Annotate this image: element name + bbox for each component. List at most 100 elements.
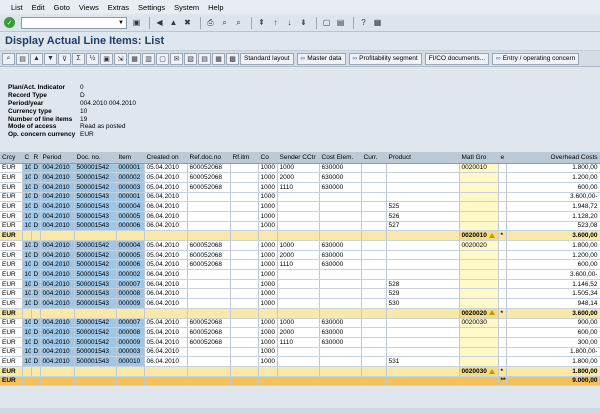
column-header[interactable]: Sender CCtr (277, 152, 320, 164)
find-icon[interactable]: ⌕ (219, 17, 230, 28)
filter-icon[interactable]: ⊽ (58, 52, 71, 65)
column-header[interactable]: Cost Elem. (319, 152, 362, 164)
menu-list[interactable]: List (11, 3, 23, 12)
previous-page-icon[interactable]: ↑ (270, 17, 281, 28)
table-row[interactable]: EUR10D004.201050000154300000106.04.2010 1… (0, 192, 600, 203)
menu-settings[interactable]: Settings (138, 3, 165, 12)
table-row[interactable]: EUR10D004.201050000154200000305.04.20106… (0, 182, 600, 193)
table-row[interactable]: EUR10D004.201050000154300000606.04.2010 1… (0, 221, 600, 232)
entry-operating-concern-button[interactable]: ∞ Entry / operating concern (492, 52, 580, 65)
info-row: Mode of access Read as posted (8, 123, 600, 131)
table-row[interactable]: EUR10D004.201050000154200000105.04.20106… (0, 163, 600, 174)
table-row[interactable]: EUR10D004.201050000154200000205.04.20106… (0, 172, 600, 183)
new-session-icon[interactable]: ▢ (321, 17, 332, 28)
column-header[interactable]: Crcy (0, 152, 23, 164)
table-row[interactable]: EUR10D004.201050000154200000705.04.20106… (0, 318, 600, 329)
print-icon[interactable]: ⎙ (205, 17, 216, 28)
details-icon[interactable]: ⌕ (2, 52, 15, 65)
master-data-button[interactable]: ∞ Master data (296, 52, 346, 65)
command-field[interactable]: ▼ (21, 16, 127, 29)
table-row[interactable]: EUR10D004.201050000154300000906.04.2010 1… (0, 298, 600, 309)
local-file-icon[interactable]: ▢ (156, 52, 169, 65)
sort-descending-icon[interactable]: ▼ (44, 52, 57, 65)
subtotal-row[interactable]: EUR 0020010 * 3.600,00 (0, 230, 600, 241)
menu-goto[interactable]: Goto (54, 3, 70, 12)
table-cell (187, 347, 231, 358)
word-processing-icon[interactable]: ▥ (142, 52, 155, 65)
back-icon[interactable]: ◀ (154, 17, 165, 28)
table-cell: 500001542 (74, 327, 117, 338)
sort-ascending-icon[interactable]: ▲ (30, 52, 43, 65)
column-header[interactable]: Doc. no. (74, 152, 117, 164)
menu-extras[interactable]: Extras (108, 3, 129, 12)
select-layout-icon[interactable]: ▦ (212, 52, 225, 65)
table-cell (459, 347, 499, 358)
table-row[interactable]: EUR10D004.201050000154300000806.04.2010 1… (0, 288, 600, 300)
first-page-icon[interactable]: ⇞ (256, 17, 267, 28)
standard-layout-button[interactable]: Standard layout (240, 52, 294, 65)
column-header[interactable]: Created on (144, 152, 188, 164)
table-row[interactable]: EUR10D004.201050000154200000605.04.20106… (0, 259, 600, 271)
next-page-icon[interactable]: ↓ (284, 17, 295, 28)
column-header[interactable]: Item (116, 152, 145, 164)
table-cell (386, 250, 460, 261)
column-header[interactable]: R (31, 152, 41, 164)
column-header[interactable]: Matl Gro (459, 152, 499, 164)
total-row[interactable]: EUR ** 9.000,00 (0, 376, 600, 387)
print-preview-icon[interactable]: ▣ (100, 52, 113, 65)
menu-help[interactable]: Help (208, 3, 223, 12)
save-icon[interactable]: ▣ (131, 17, 142, 28)
table-row[interactable]: EUR10D004.201050000154200000805.04.20106… (0, 327, 600, 338)
subtotal-row[interactable]: EUR 0020020 * 3.600,00 (0, 308, 600, 319)
exit-icon[interactable]: ▲ (168, 17, 179, 28)
table-cell (277, 376, 320, 387)
table-row[interactable]: EUR10D004.201050000154300000406.04.2010 1… (0, 201, 600, 212)
menu-edit[interactable]: Edit (32, 3, 45, 12)
find-next-icon[interactable]: ⌕ (233, 17, 244, 28)
save-layout-icon[interactable]: ▩ (226, 52, 239, 65)
graphic-icon[interactable]: ▧ (184, 52, 197, 65)
menu-system[interactable]: System (174, 3, 199, 12)
export-icon[interactable]: ⇲ (114, 52, 127, 65)
sum-icon[interactable]: Σ (72, 52, 85, 65)
table-row[interactable]: EUR10D004.201050000154200000905.04.20106… (0, 337, 600, 348)
column-header[interactable]: Period (40, 152, 75, 164)
table-row[interactable]: EUR10D004.201050000154300000206.04.2010 1… (0, 269, 600, 280)
mail-icon[interactable]: ✉ (170, 52, 183, 65)
table-cell: 1000 (258, 250, 278, 261)
table-cell: 523,08 (506, 221, 600, 232)
spreadsheet-icon[interactable]: ▦ (128, 52, 141, 65)
table-row[interactable]: EUR10D004.201050000154300001006.04.2010 1… (0, 356, 600, 367)
cancel-icon[interactable]: ✖ (182, 17, 193, 28)
entry-operating-concern-label: Entry / operating concern (502, 55, 576, 62)
table-row[interactable]: EUR10D004.201050000154300000706.04.2010 1… (0, 279, 600, 290)
column-header[interactable]: Curr. (361, 152, 387, 164)
fico-documents-button[interactable]: FI/CO documents... (424, 52, 490, 65)
table-cell (498, 182, 507, 193)
enter-icon[interactable]: ✓ (4, 17, 15, 28)
column-header[interactable]: Co (258, 152, 278, 164)
menu-views[interactable]: Views (79, 3, 99, 12)
table-row[interactable]: EUR10D004.201050000154200000405.04.20106… (0, 240, 600, 251)
profitability-segment-button[interactable]: ∞ Profitability segment (348, 52, 422, 65)
column-header[interactable]: Overhead Costs (506, 152, 600, 164)
choose-icon[interactable]: ▤ (16, 52, 29, 65)
column-header[interactable]: e (498, 152, 507, 164)
table-row[interactable]: EUR10D004.201050000154300000506.04.2010 1… (0, 211, 600, 222)
table-row[interactable]: EUR10D004.201050000154200000505.04.20106… (0, 250, 600, 261)
table-row[interactable]: EUR10D004.201050000154300000306.04.2010 1… (0, 347, 600, 358)
column-header[interactable]: Product (386, 152, 460, 164)
table-cell: D (31, 192, 41, 203)
shortcut-icon[interactable]: ▤ (335, 17, 346, 28)
column-header[interactable]: C (22, 152, 32, 164)
table-cell (230, 250, 259, 261)
subtotal-icon[interactable]: ½ (86, 52, 99, 65)
help-icon[interactable]: ? (358, 17, 369, 28)
last-page-icon[interactable]: ⇟ (298, 17, 309, 28)
column-header[interactable]: Ref.doc.no (187, 152, 231, 164)
layout-menu-icon[interactable]: ▦ (372, 17, 383, 28)
change-layout-icon[interactable]: ▤ (198, 52, 211, 65)
table-cell (277, 230, 320, 241)
subtotal-row[interactable]: EUR 0020030 * 1.800,00 (0, 366, 600, 377)
column-header[interactable]: Rf.itm (230, 152, 259, 164)
